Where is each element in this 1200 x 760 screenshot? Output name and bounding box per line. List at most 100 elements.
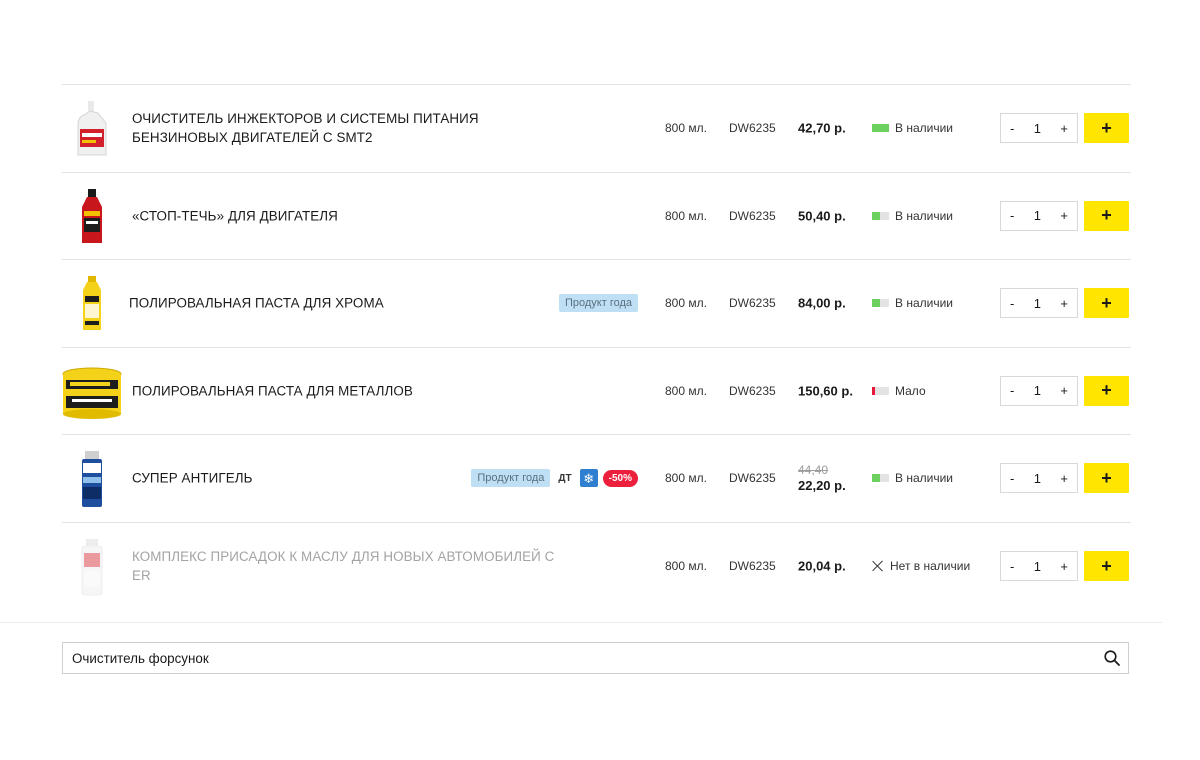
product-volume: 800 мл. [665,121,707,136]
search-icon[interactable] [1103,649,1121,667]
stock-text: В наличии [895,296,954,311]
snowflake-icon: ❄ [579,469,598,488]
product-code: DW6235 [729,471,776,486]
quantity-stepper: - 1 + [1000,375,1078,406]
stock-level-bar [872,299,889,308]
qty-value[interactable]: 1 [1034,559,1041,574]
product-image[interactable] [62,268,122,340]
stock-text: Нет в наличии [890,559,971,574]
divider [0,622,1162,623]
stock-level-bar [872,474,889,483]
stock-level-bar [872,386,889,395]
qty-value[interactable]: 1 [1034,383,1041,398]
add-to-cart-button[interactable]: + [1084,288,1129,319]
product-row: Очиститель инжекторов и системы питания … [62,85,1131,173]
qty-minus-button[interactable]: - [1010,296,1014,311]
stock-text: Мало [895,383,926,398]
qty-minus-button[interactable]: - [1010,383,1014,398]
stock-level-bar [872,124,889,133]
product-price: 20,04 р. [798,559,846,574]
product-name[interactable]: «Стоп-течь» для двигателя [132,206,572,225]
qty-minus-button[interactable]: - [1010,208,1014,223]
search-bar [62,642,1129,674]
product-price: 44,40 22,20 р. [798,463,846,493]
qty-plus-button[interactable]: + [1060,383,1068,398]
product-image[interactable] [62,531,122,603]
quantity-stepper: - 1 + [1000,463,1078,494]
search-input[interactable] [72,643,1072,673]
stock-status: Нет в наличии [872,559,970,573]
product-of-year-badge: Продукт года [558,294,638,313]
product-volume: 800 мл. [665,383,707,398]
product-price: 50,40 р. [798,208,846,223]
product-tags: Продукт года [558,294,638,313]
qty-minus-button[interactable]: - [1010,121,1014,136]
stock-text: В наличии [895,208,954,223]
qty-minus-button[interactable]: - [1010,471,1014,486]
product-code: DW6235 [729,208,776,223]
qty-plus-button[interactable]: + [1060,208,1068,223]
price-current: 22,20 р. [798,478,846,494]
stock-status: В наличии [872,209,953,223]
price-old: 44,40 [798,463,829,478]
add-to-cart-button[interactable]: + [1084,200,1129,231]
qty-plus-button[interactable]: + [1060,296,1068,311]
quantity-stepper: - 1 + [1000,113,1078,144]
discount-badge: -50% [602,469,638,487]
product-volume: 800 мл. [665,296,707,311]
add-to-cart-button[interactable]: + [1084,463,1129,494]
product-of-year-badge: Продукт года [471,469,551,488]
price-current: 20,04 р. [798,558,846,574]
qty-value[interactable]: 1 [1034,471,1041,486]
quantity-stepper: - 1 + [1000,288,1078,319]
stock-level-bar [872,211,889,220]
product-name[interactable]: Комплекс присадок к маслу для новых авто… [132,547,572,585]
product-price: 150,60 р. [798,383,853,398]
product-name[interactable]: Очиститель инжекторов и системы питания … [132,109,572,147]
product-price: 42,70 р. [798,121,846,136]
qty-value[interactable]: 1 [1034,296,1041,311]
stock-status: Мало [872,384,926,398]
product-row: Супер антигель Продукт года ДТ ❄ -50% 80… [62,435,1131,523]
qty-value[interactable]: 1 [1034,121,1041,136]
product-volume: 800 мл. [665,208,707,223]
product-code: DW6235 [729,121,776,136]
price-current: 42,70 р. [798,120,846,136]
add-to-cart-button[interactable]: + [1084,113,1129,144]
product-image[interactable] [62,356,122,428]
product-row: Комплекс присадок к маслу для новых авто… [62,523,1131,611]
quantity-stepper: - 1 + [1000,200,1078,231]
qty-plus-button[interactable]: + [1060,559,1068,574]
product-row: «Стоп-течь» для двигателя 800 мл. DW6235… [62,173,1131,260]
price-current: 150,60 р. [798,383,853,399]
product-list: Очиститель инжекторов и системы питания … [62,84,1131,610]
product-tags: Продукт года ДТ ❄ -50% [471,469,638,488]
price-current: 84,00 р. [798,295,846,311]
product-row: Полировальная паста для хрома Продукт го… [62,260,1131,348]
stock-text: В наличии [895,471,954,486]
product-volume: 800 мл. [665,559,707,574]
stock-status: В наличии [872,121,953,135]
product-volume: 800 мл. [665,471,707,486]
stock-text: В наличии [895,121,954,136]
qty-minus-button[interactable]: - [1010,559,1014,574]
add-to-cart-button[interactable]: + [1084,551,1129,582]
qty-plus-button[interactable]: + [1060,121,1068,136]
product-image[interactable] [62,443,122,515]
qty-value[interactable]: 1 [1034,208,1041,223]
close-icon [872,560,884,572]
product-image[interactable] [62,181,122,253]
diesel-fuel-badge: ДТ [558,472,572,484]
price-current: 50,40 р. [798,208,846,224]
product-code: DW6235 [729,296,776,311]
stock-status: В наличии [872,296,953,310]
product-price: 84,00 р. [798,296,846,311]
stock-status: В наличии [872,471,953,485]
quantity-stepper: - 1 + [1000,551,1078,582]
product-image[interactable] [62,93,122,165]
qty-plus-button[interactable]: + [1060,471,1068,486]
product-name[interactable]: Полировальная паста для хрома [129,294,569,313]
product-name[interactable]: Полировальная паста для металлов [132,381,572,400]
product-code: DW6235 [729,383,776,398]
add-to-cart-button[interactable]: + [1084,375,1129,406]
